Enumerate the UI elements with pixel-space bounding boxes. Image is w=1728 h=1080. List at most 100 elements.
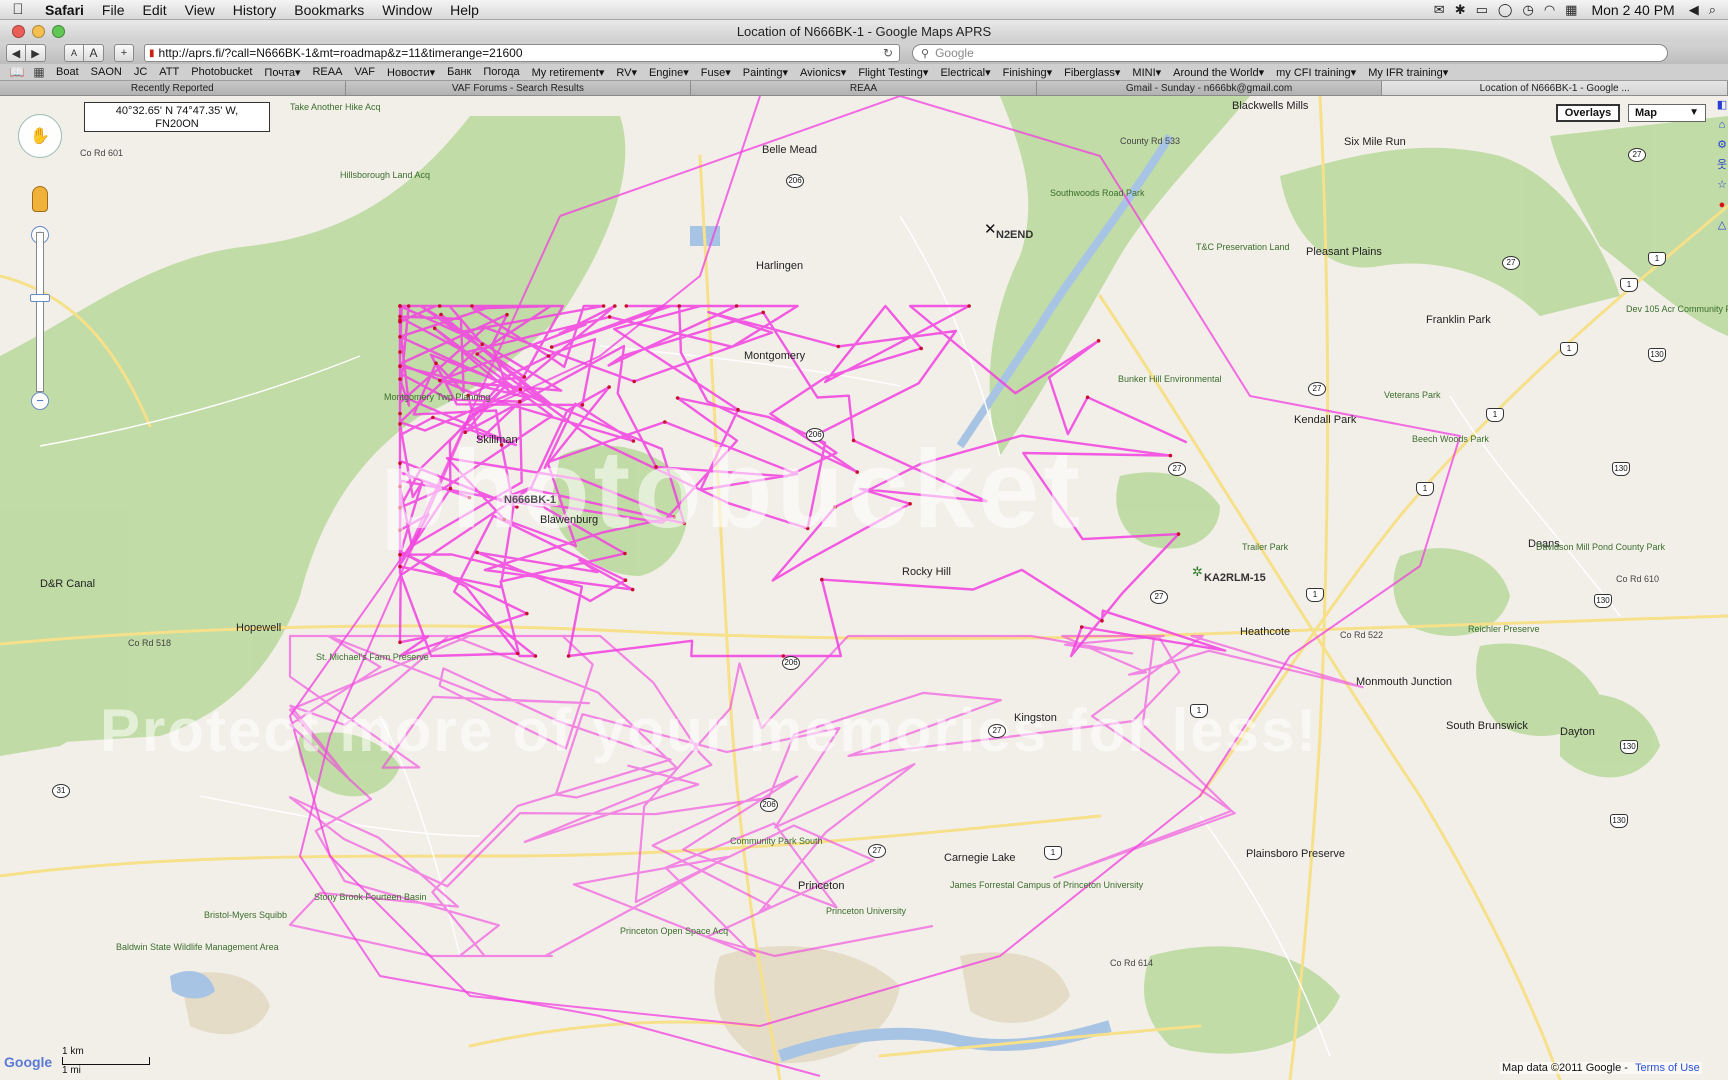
aprs-position-point[interactable]: [398, 364, 402, 369]
bookmark-item[interactable]: Photobucket: [185, 66, 258, 78]
bookmark-item[interactable]: Engine▾: [643, 66, 695, 79]
tab-gmail[interactable]: Gmail - Sunday - n666bk@gmail.com: [1036, 81, 1383, 95]
aprs-position-point[interactable]: [630, 587, 635, 592]
menu-view[interactable]: View: [176, 2, 224, 18]
aprs-position-point[interactable]: [580, 403, 585, 407]
aprs-position-point[interactable]: [682, 521, 686, 526]
aprs-position-point[interactable]: [525, 611, 529, 616]
mail-icon[interactable]: ✉: [1434, 2, 1445, 18]
zoom-out-button[interactable]: −: [31, 392, 49, 410]
aprs-position-point[interactable]: [398, 314, 402, 319]
aprs-position-point[interactable]: [967, 304, 971, 308]
aprs-position-point[interactable]: [672, 515, 677, 519]
bookmark-item[interactable]: SAON: [85, 66, 128, 78]
menu-file[interactable]: File: [93, 2, 134, 18]
aprs-position-point[interactable]: [470, 304, 474, 308]
zoom-window-button[interactable]: [52, 24, 65, 38]
aprs-position-point[interactable]: [908, 502, 912, 506]
minimize-window-button[interactable]: [32, 24, 45, 38]
menu-app[interactable]: Safari: [36, 2, 93, 18]
top-sites-grid-icon[interactable]: ▦: [28, 65, 50, 79]
aprs-position-point[interactable]: [406, 304, 411, 308]
aprs-position-point[interactable]: [438, 378, 442, 383]
menu-bookmarks[interactable]: Bookmarks: [285, 2, 373, 18]
bookmark-item[interactable]: Electrical▾: [934, 66, 996, 79]
bookmark-item[interactable]: RV▾: [610, 66, 643, 79]
aprs-position-point[interactable]: [522, 375, 527, 379]
aprs-position-point[interactable]: [475, 352, 480, 356]
station-label[interactable]: N2END: [996, 229, 1033, 241]
aprs-position-point[interactable]: [1168, 453, 1173, 458]
bookmark-item[interactable]: Fiberglass▾: [1058, 66, 1126, 79]
aprs-position-point[interactable]: [505, 312, 509, 317]
aprs-position-point[interactable]: [398, 461, 402, 466]
aprs-position-point[interactable]: [613, 304, 617, 308]
google-logo[interactable]: Google: [4, 1054, 52, 1070]
record-icon[interactable]: ●: [1716, 198, 1728, 212]
display-icon[interactable]: ▭: [1476, 2, 1488, 18]
chat-icon[interactable]: ◯: [1498, 2, 1513, 18]
aprs-position-point[interactable]: [467, 495, 472, 500]
map-canvas[interactable]: photobucket Protect more of your memorie…: [0, 96, 1728, 1080]
aprs-position-point[interactable]: [549, 345, 554, 349]
aprs-position-point[interactable]: [398, 552, 402, 557]
aprs-position-point[interactable]: [855, 470, 859, 474]
station-label-self[interactable]: N666BK-1: [502, 494, 558, 506]
aprs-position-point[interactable]: [1079, 625, 1084, 629]
bookmark-item[interactable]: Fuse▾: [695, 66, 737, 79]
time-machine-icon[interactable]: ◷: [1522, 2, 1533, 18]
reading-list-icon[interactable]: 📖: [6, 65, 28, 79]
bookmark-item[interactable]: Погода: [477, 66, 525, 78]
aprs-position-point[interactable]: [836, 344, 841, 349]
aprs-position-point[interactable]: [1096, 339, 1101, 343]
volume-icon[interactable]: ◀: [1689, 2, 1699, 18]
pan-control[interactable]: ✋: [18, 114, 62, 158]
bookmark-item[interactable]: Почта▾: [258, 66, 306, 79]
aprs-position-point[interactable]: [805, 526, 810, 531]
bookmark-item[interactable]: VAF: [348, 66, 381, 78]
spotlight-icon[interactable]: ⌕: [1709, 2, 1716, 18]
aprs-position-point[interactable]: [463, 430, 468, 435]
aprs-position-point[interactable]: [518, 399, 522, 404]
triangle-icon[interactable]: △: [1716, 218, 1728, 232]
aprs-position-point[interactable]: [398, 350, 402, 354]
aprs-position-point[interactable]: [607, 315, 612, 319]
bookmark-item[interactable]: Painting▾: [737, 66, 794, 79]
aprs-position-point[interactable]: [515, 651, 520, 656]
station-symbol-icon[interactable]: ✲: [1192, 564, 1203, 580]
aprs-position-point[interactable]: [533, 654, 538, 658]
aprs-position-point[interactable]: [546, 354, 551, 358]
bookmark-item[interactable]: Boat: [50, 66, 85, 78]
bluetooth-icon[interactable]: ✱: [1455, 2, 1466, 18]
back-button[interactable]: ◀: [6, 44, 26, 62]
aprs-position-point[interactable]: [734, 304, 739, 308]
bookmark-item[interactable]: Банк: [441, 66, 477, 78]
flag-icon[interactable]: ▦: [1565, 2, 1577, 18]
terms-of-use-link[interactable]: Terms of Use: [1635, 1062, 1700, 1074]
menu-edit[interactable]: Edit: [133, 2, 175, 18]
bookmark-item[interactable]: Finishing▾: [997, 66, 1059, 79]
aprs-position-point[interactable]: [398, 304, 402, 308]
tab-aprs-location[interactable]: Location of N666BK-1 - Google ...: [1382, 81, 1728, 95]
bookmark-item[interactable]: My IFR training▾: [1362, 66, 1454, 79]
add-bookmark-button[interactable]: +: [114, 44, 134, 62]
bookmark-item[interactable]: Flight Testing▾: [852, 66, 934, 79]
gear-icon[interactable]: ⚙: [1716, 138, 1728, 152]
bookmark-item[interactable]: MINI▾: [1126, 66, 1167, 79]
aprs-position-point[interactable]: [431, 415, 435, 420]
station-symbol-icon[interactable]: ✕: [984, 220, 997, 238]
aprs-position-point[interactable]: [607, 385, 611, 389]
aprs-position-point[interactable]: [398, 411, 402, 416]
menu-help[interactable]: Help: [441, 2, 488, 18]
aprs-position-point[interactable]: [624, 304, 629, 308]
aprs-position-point[interactable]: [919, 346, 923, 351]
aprs-position-point[interactable]: [398, 528, 402, 532]
aprs-position-point[interactable]: [601, 304, 606, 308]
tab-recently-reported[interactable]: Recently Reported: [0, 81, 346, 95]
aprs-position-point[interactable]: [475, 550, 479, 555]
bookmark-item[interactable]: JC: [128, 66, 153, 78]
aprs-position-point[interactable]: [398, 640, 402, 645]
aprs-position-point[interactable]: [663, 420, 667, 424]
bookmark-item[interactable]: Новости▾: [381, 66, 441, 79]
aprs-position-point[interactable]: [632, 379, 636, 384]
